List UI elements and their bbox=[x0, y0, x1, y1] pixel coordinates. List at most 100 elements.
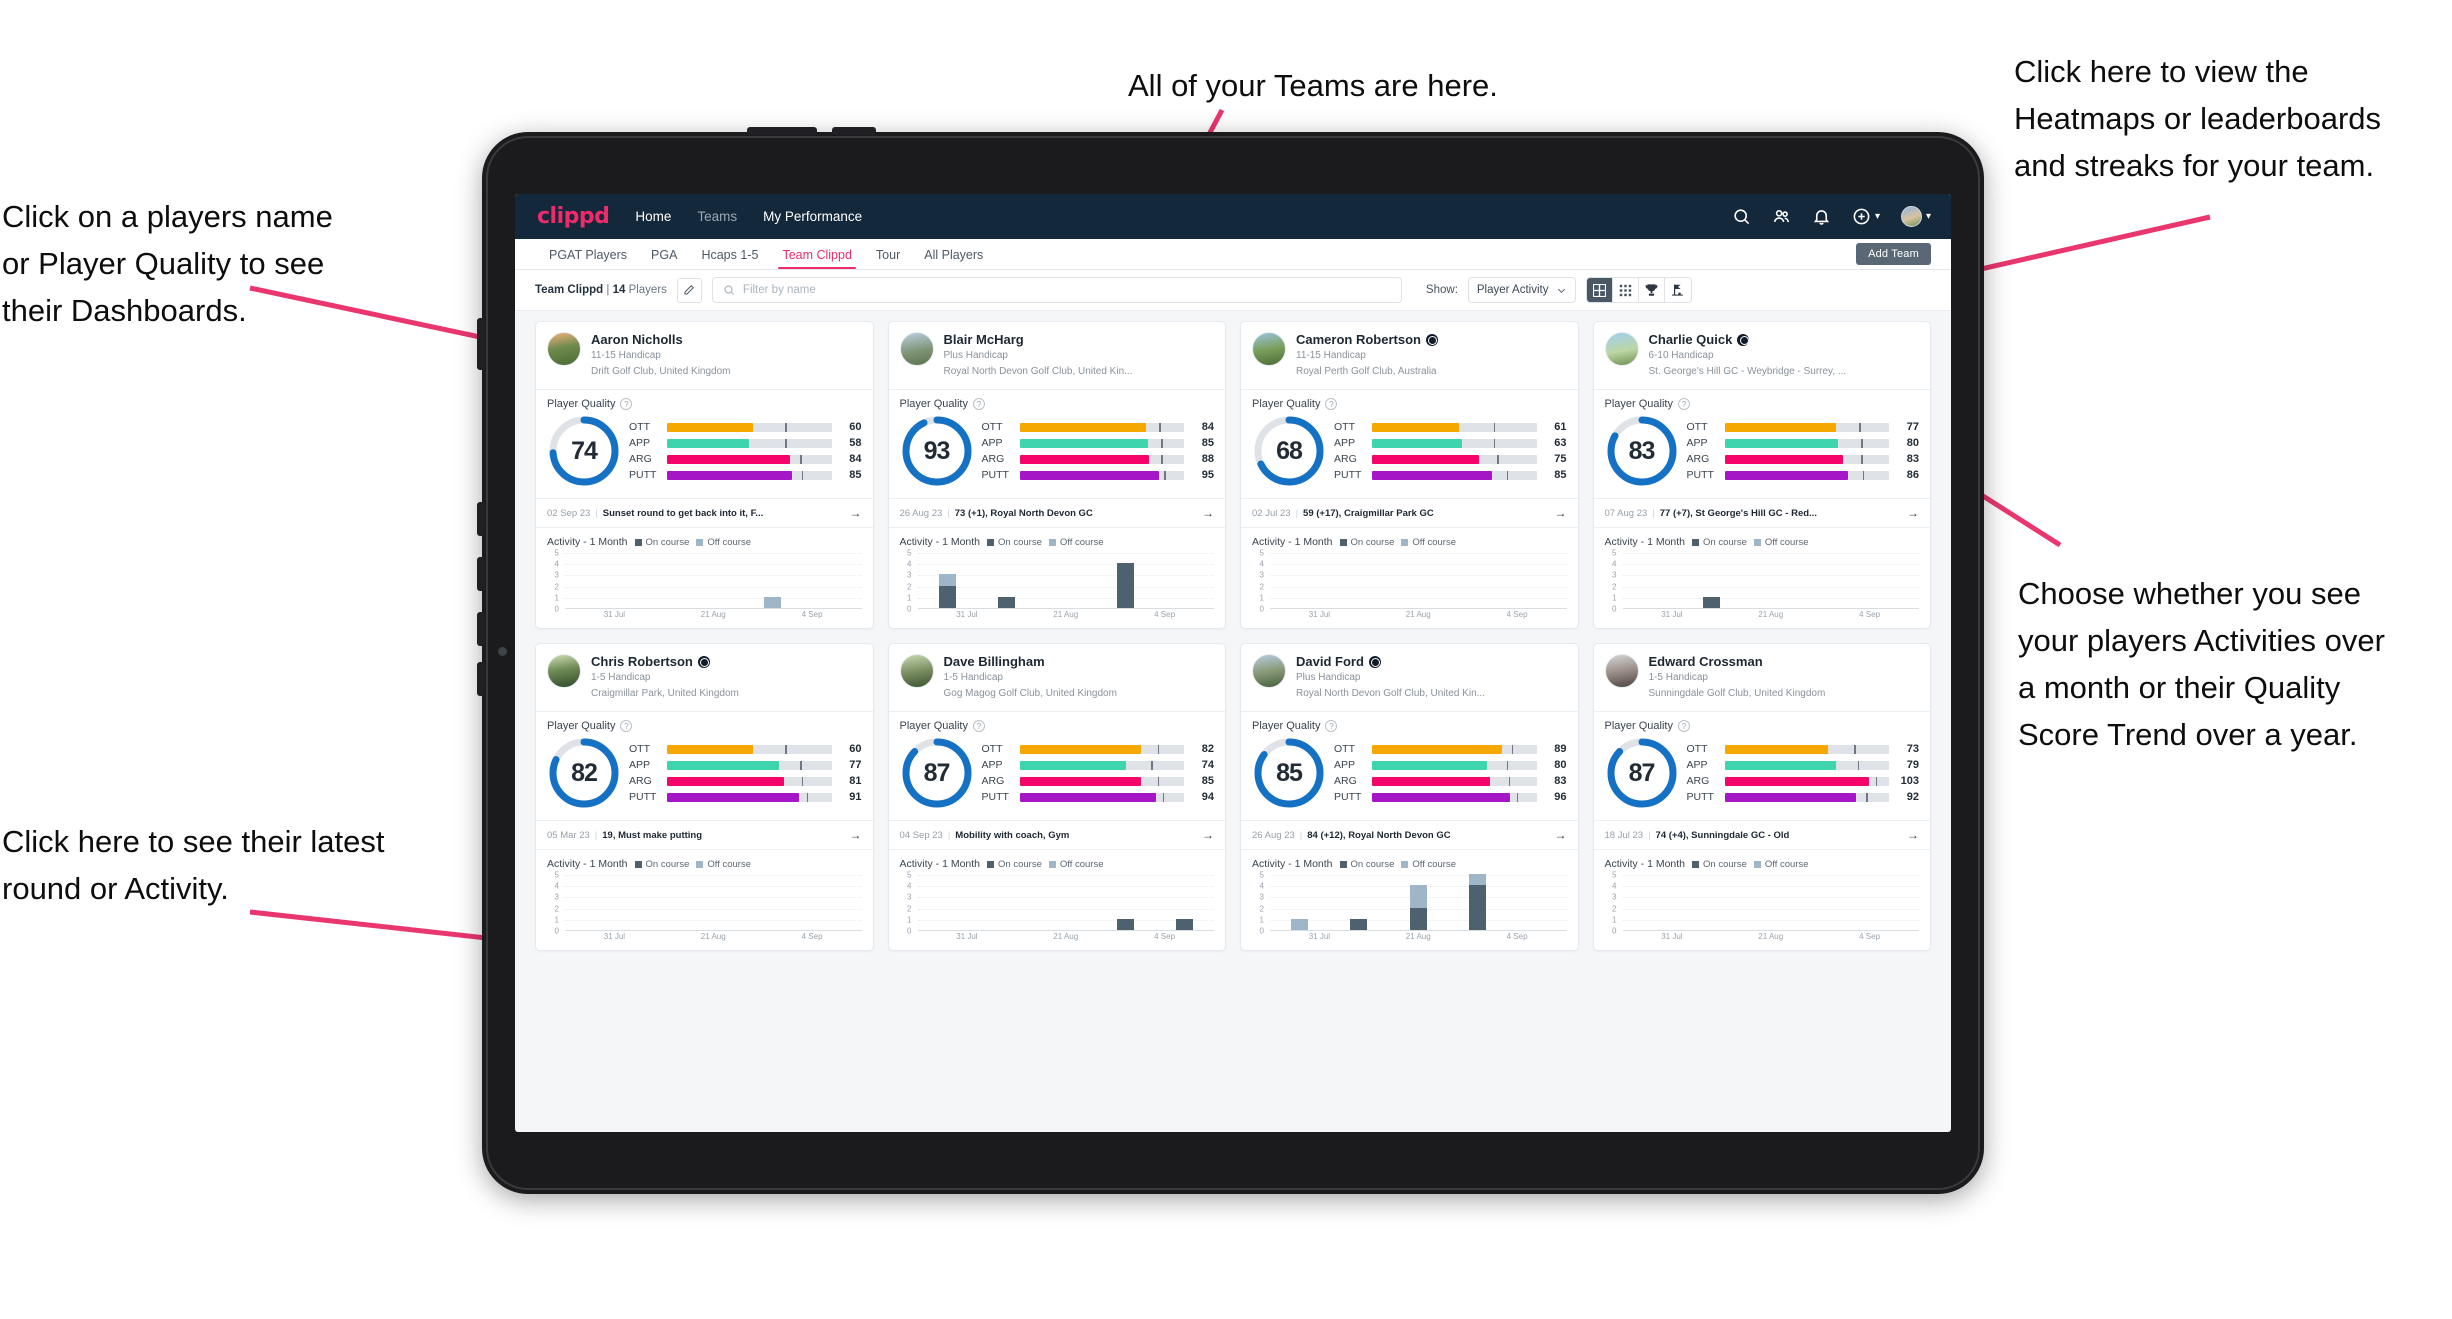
player-avatar[interactable] bbox=[899, 332, 934, 366]
avatar[interactable] bbox=[1900, 206, 1922, 227]
people-icon[interactable] bbox=[1772, 207, 1791, 226]
player-avatar[interactable] bbox=[1604, 332, 1639, 366]
search-icon[interactable] bbox=[1732, 207, 1751, 226]
player-avatar[interactable] bbox=[547, 654, 581, 688]
tab-team-clippd[interactable]: Team Clippd bbox=[770, 248, 863, 269]
latest-round-row[interactable]: 04 Sep 23 | Mobility with coach, Gym → bbox=[888, 820, 1225, 850]
player-card[interactable]: Blair McHarg Plus Handicap Royal North D… bbox=[887, 321, 1226, 629]
player-card[interactable]: David Ford Plus Handicap Royal North Dev… bbox=[1240, 643, 1579, 951]
tab-pgat-players[interactable]: PGAT Players bbox=[537, 248, 639, 269]
help-icon[interactable]: ? bbox=[1677, 720, 1690, 732]
help-icon[interactable]: ? bbox=[1677, 398, 1690, 410]
player-card-header[interactable]: Edward Crossman 1-5 Handicap Sunningdale… bbox=[1594, 644, 1931, 711]
arrow-right-icon[interactable]: → bbox=[850, 828, 862, 842]
arrow-right-icon[interactable]: → bbox=[1555, 506, 1567, 520]
arrow-right-icon[interactable]: → bbox=[1202, 506, 1214, 520]
player-avatar[interactable] bbox=[547, 332, 581, 366]
activity-title: Activity - 1 Month bbox=[899, 536, 981, 548]
latest-round-row[interactable]: 26 Aug 23 | 73 (+1), Royal North Devon G… bbox=[888, 498, 1225, 528]
nav-link-my-performance[interactable]: My Performance bbox=[763, 209, 862, 224]
player-quality-body[interactable]: 87 OTT 73 APP 79 ARG 103 PUTT 92 bbox=[1594, 734, 1931, 820]
player-quality-donut[interactable]: 82 bbox=[547, 736, 621, 810]
tab-pga[interactable]: PGA bbox=[639, 248, 689, 269]
player-quality-donut[interactable]: 87 bbox=[900, 736, 974, 810]
player-card[interactable]: Aaron Nicholls 11-15 Handicap Drift Golf… bbox=[535, 321, 874, 629]
grid-small-view-button[interactable] bbox=[1612, 278, 1639, 302]
tab-tour[interactable]: Tour bbox=[864, 248, 912, 269]
player-quality-body[interactable]: 82 OTT 60 APP 77 ARG 81 PUTT 91 bbox=[536, 734, 873, 820]
plus-circle-icon[interactable] bbox=[1852, 207, 1871, 226]
latest-round-text: 84 (+12), Royal North Devon GC bbox=[1307, 829, 1451, 841]
bell-icon[interactable] bbox=[1812, 207, 1831, 226]
player-card[interactable]: Edward Crossman 1-5 Handicap Sunningdale… bbox=[1592, 643, 1931, 951]
help-icon[interactable]: ? bbox=[620, 398, 633, 410]
grid-large-view-button[interactable] bbox=[1586, 278, 1613, 302]
latest-round-row[interactable]: 18 Jul 23 | 74 (+4), Sunningdale GC - Ol… bbox=[1593, 820, 1930, 850]
player-card-header[interactable]: Cameron Robertson 11-15 Handicap Royal P… bbox=[1241, 322, 1578, 389]
help-icon[interactable]: ? bbox=[1325, 398, 1338, 410]
latest-round-row[interactable]: 02 Sep 23 | Sunset round to get back int… bbox=[536, 498, 873, 528]
arrow-right-icon[interactable]: → bbox=[1555, 828, 1567, 842]
latest-round-row[interactable]: 26 Aug 23 | 84 (+12), Royal North Devon … bbox=[1241, 820, 1578, 850]
player-card-header[interactable]: Dave Billingham 1-5 Handicap Gog Magog G… bbox=[889, 644, 1226, 711]
chart-bar-on-course bbox=[1702, 596, 1720, 608]
player-quality-body[interactable]: 74 OTT 60 APP 58 ARG 84 PUTT 85 bbox=[536, 412, 873, 498]
flag-course-view-button[interactable] bbox=[1664, 278, 1691, 302]
help-icon[interactable]: ? bbox=[972, 398, 985, 410]
player-quality-donut[interactable]: 93 bbox=[900, 414, 974, 488]
arrow-right-icon[interactable]: → bbox=[850, 506, 862, 520]
player-avatar[interactable] bbox=[1604, 654, 1639, 688]
tab-all-players[interactable]: All Players bbox=[912, 248, 995, 269]
show-select[interactable]: Player Activity bbox=[1467, 277, 1576, 303]
arrow-right-icon[interactable]: → bbox=[1907, 828, 1919, 842]
trophy-leaderboard-view-button[interactable] bbox=[1638, 278, 1665, 302]
player-card[interactable]: Chris Robertson 1-5 Handicap Craigmillar… bbox=[535, 643, 874, 951]
player-card[interactable]: Cameron Robertson 11-15 Handicap Royal P… bbox=[1240, 321, 1579, 629]
player-quality-body[interactable]: 93 OTT 84 APP 85 ARG 88 PUTT 95 bbox=[889, 412, 1226, 498]
player-card-header[interactable]: Chris Robertson 1-5 Handicap Craigmillar… bbox=[536, 644, 873, 711]
player-name[interactable]: David Ford bbox=[1296, 654, 1485, 669]
arrow-right-icon[interactable]: → bbox=[1202, 828, 1214, 842]
player-card-header[interactable]: David Ford Plus Handicap Royal North Dev… bbox=[1241, 644, 1578, 711]
player-quality-donut[interactable]: 74 bbox=[547, 414, 621, 488]
player-card-header[interactable]: Charlie Quick 6-10 Handicap St. George's… bbox=[1594, 322, 1931, 389]
player-quality-donut[interactable]: 68 bbox=[1252, 414, 1326, 488]
player-avatar[interactable] bbox=[1252, 654, 1286, 688]
player-quality-body[interactable]: 83 OTT 77 APP 80 ARG 83 PUTT 86 bbox=[1594, 412, 1931, 498]
tab-hcaps-1-5[interactable]: Hcaps 1-5 bbox=[689, 248, 770, 269]
player-avatar[interactable] bbox=[899, 654, 934, 688]
nav-link-home[interactable]: Home bbox=[635, 209, 671, 224]
player-quality-body[interactable]: 68 OTT 61 APP 63 ARG 75 PUTT 85 bbox=[1241, 412, 1578, 498]
help-icon[interactable]: ? bbox=[1325, 720, 1338, 732]
latest-round-row[interactable]: 05 Mar 23 | 19, Must make putting → bbox=[536, 820, 873, 850]
player-name[interactable]: Aaron Nicholls bbox=[591, 332, 731, 347]
arrow-right-icon[interactable]: → bbox=[1907, 506, 1919, 520]
player-quality-body[interactable]: 85 OTT 89 APP 80 ARG 83 PUTT 96 bbox=[1241, 734, 1578, 820]
latest-round-row[interactable]: 07 Aug 23 | 77 (+7), St George's Hill GC… bbox=[1593, 498, 1930, 528]
nav-link-teams[interactable]: Teams bbox=[697, 209, 737, 224]
player-card[interactable]: Charlie Quick 6-10 Handicap St. George's… bbox=[1592, 321, 1931, 629]
player-name[interactable]: Dave Billingham bbox=[944, 654, 1117, 669]
player-name[interactable]: Chris Robertson bbox=[591, 654, 739, 669]
player-card-header[interactable]: Aaron Nicholls 11-15 Handicap Drift Golf… bbox=[536, 322, 873, 389]
player-name[interactable]: Charlie Quick bbox=[1649, 332, 1847, 347]
help-icon[interactable]: ? bbox=[620, 720, 633, 732]
clippd-logo[interactable]: clippd bbox=[537, 204, 610, 229]
player-quality-donut[interactable]: 83 bbox=[1605, 414, 1679, 488]
player-card-header[interactable]: Blair McHarg Plus Handicap Royal North D… bbox=[889, 322, 1226, 389]
profile-menu[interactable]: ▾ bbox=[1900, 206, 1931, 227]
latest-round-row[interactable]: 02 Jul 23 | 59 (+17), Craigmillar Park G… bbox=[1241, 498, 1578, 528]
add-menu[interactable]: ▾ bbox=[1852, 207, 1880, 226]
search-input[interactable]: Filter by name bbox=[711, 277, 1402, 303]
player-name[interactable]: Cameron Robertson bbox=[1296, 332, 1438, 347]
edit-team-button[interactable] bbox=[676, 277, 702, 303]
player-avatar[interactable] bbox=[1252, 332, 1286, 366]
player-name[interactable]: Edward Crossman bbox=[1649, 654, 1826, 669]
player-card[interactable]: Dave Billingham 1-5 Handicap Gog Magog G… bbox=[887, 643, 1226, 951]
player-quality-donut[interactable]: 87 bbox=[1605, 736, 1679, 810]
add-team-button[interactable]: Add Team bbox=[1856, 243, 1931, 265]
help-icon[interactable]: ? bbox=[972, 720, 985, 732]
player-quality-body[interactable]: 87 OTT 82 APP 74 ARG 85 PUTT 94 bbox=[889, 734, 1226, 820]
player-name[interactable]: Blair McHarg bbox=[944, 332, 1133, 347]
player-quality-donut[interactable]: 85 bbox=[1252, 736, 1326, 810]
